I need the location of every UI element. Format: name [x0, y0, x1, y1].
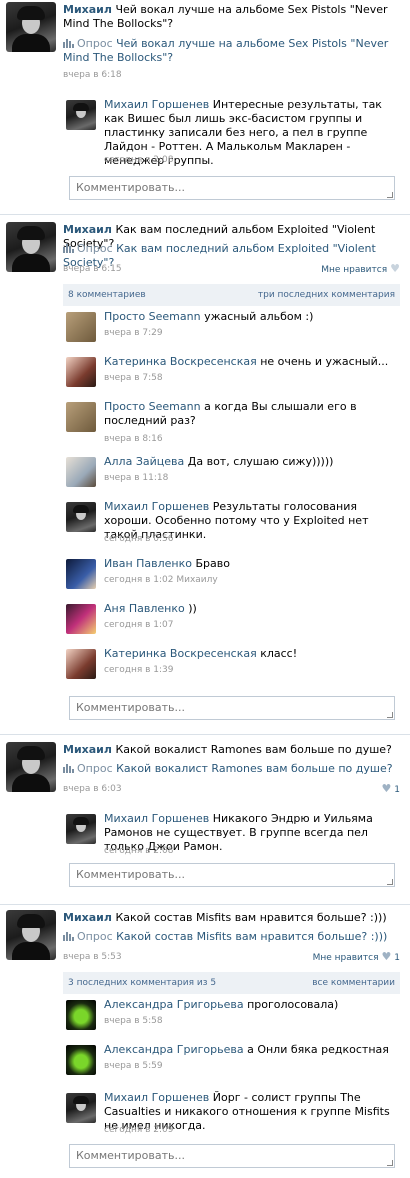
- commenter-avatar[interactable]: [66, 312, 96, 342]
- comments-header: 8 комментариев три последних комментария: [63, 284, 400, 306]
- show-comments-link[interactable]: все комментарии: [312, 972, 395, 994]
- post-divider: [0, 904, 410, 905]
- poll-link[interactable]: Какой состав Misfits вам нравится больше…: [116, 930, 387, 943]
- post-time[interactable]: вчера в 6:03: [63, 783, 122, 795]
- comment: Михаил Горшенев Йорг - солист группы The…: [63, 1091, 400, 1143]
- resize-grip[interactable]: [387, 1160, 393, 1166]
- comment-time[interactable]: вчера в 5:58: [104, 1015, 163, 1027]
- post-divider: [0, 214, 410, 215]
- comment-time[interactable]: сегодня в 0:56: [104, 533, 173, 545]
- author-avatar[interactable]: [6, 910, 56, 960]
- commenter-name[interactable]: Александра Григорьева: [104, 1043, 244, 1056]
- heart-icon: ♥: [381, 950, 392, 963]
- commenter-name[interactable]: Иван Павленко: [104, 557, 192, 570]
- resize-grip[interactable]: [387, 192, 393, 198]
- post-time[interactable]: вчера в 5:53: [63, 951, 122, 963]
- comment: Просто Seemann ужасный альбом :) вчера в…: [63, 310, 400, 350]
- comment: Аня Павленко )) сегодня в 1:07: [63, 602, 400, 642]
- author-avatar[interactable]: [6, 2, 56, 52]
- comment-time[interactable]: вчера в 11:18: [104, 472, 168, 484]
- commenter-avatar[interactable]: [66, 502, 96, 532]
- comment: Катеринка Воскресенская класс! сегодня в…: [63, 647, 400, 687]
- post-time[interactable]: вчера в 6:15: [63, 263, 122, 275]
- comment: Катеринка Воскресенская не очень и ужасн…: [63, 355, 400, 395]
- poll-icon: [63, 39, 74, 48]
- poll-attachment[interactable]: Опрос Какой вокалист Ramones вам больше …: [63, 762, 398, 776]
- commenter-avatar[interactable]: [66, 814, 96, 844]
- poll-attachment[interactable]: Опрос Чей вокал лучше на альбоме Sex Pis…: [63, 37, 398, 65]
- comment-time[interactable]: сегодня в 1:02 Михаилу: [104, 574, 218, 586]
- poll-link[interactable]: Какой вокалист Ramones вам больше по душ…: [116, 762, 392, 775]
- commenter-avatar[interactable]: [66, 1045, 96, 1075]
- comment-input[interactable]: Комментировать...: [69, 1144, 395, 1168]
- commenter-name[interactable]: Просто Seemann: [104, 310, 201, 323]
- commenter-avatar[interactable]: [66, 649, 96, 679]
- poll-icon: [63, 244, 74, 253]
- commenter-avatar[interactable]: [66, 604, 96, 634]
- comment: Михаил Горшенев Никакого Эндрю и Уильяма…: [63, 812, 400, 864]
- commenter-avatar[interactable]: [66, 357, 96, 387]
- post-divider: [0, 734, 410, 735]
- comment-time[interactable]: вчера в 7:58: [104, 372, 163, 384]
- heart-icon: ♥: [381, 782, 392, 795]
- author-avatar[interactable]: [6, 222, 56, 272]
- heart-icon: ♥: [390, 262, 400, 275]
- commenter-name[interactable]: Просто Seemann: [104, 400, 201, 413]
- comment-input[interactable]: Комментировать...: [69, 696, 395, 720]
- commenter-avatar[interactable]: [66, 1093, 96, 1123]
- post-text: Михаил Какой состав Misfits вам нравится…: [63, 911, 387, 924]
- comment: Иван Павленко Браво сегодня в 1:02 Михаи…: [63, 557, 400, 597]
- comment-time[interactable]: сегодня в 2:09: [104, 1124, 173, 1136]
- like-button[interactable]: ♥ 1: [379, 783, 400, 796]
- show-comments-link[interactable]: три последних комментария: [258, 284, 395, 306]
- comment-time[interactable]: вчера в 7:29: [104, 327, 163, 339]
- commenter-avatar[interactable]: [66, 100, 96, 130]
- commenter-name[interactable]: Аня Павленко: [104, 602, 185, 615]
- comment-input[interactable]: Комментировать...: [69, 863, 395, 887]
- comment: Михаил Горшенев Интересные результаты, т…: [63, 98, 400, 167]
- commenter-name[interactable]: Катеринка Воскресенская: [104, 647, 257, 660]
- comment-input[interactable]: Комментировать...: [69, 176, 395, 200]
- commenter-avatar[interactable]: [66, 559, 96, 589]
- like-button[interactable]: Мне нравится ♥ 1: [313, 951, 400, 964]
- author-avatar[interactable]: [6, 742, 56, 792]
- resize-grip[interactable]: [387, 879, 393, 885]
- poll-icon: [63, 932, 74, 941]
- post-time[interactable]: вчера в 6:18: [63, 69, 122, 81]
- poll-attachment[interactable]: Опрос Какой состав Misfits вам нравится …: [63, 930, 398, 944]
- comment-time[interactable]: вчера в 8:16: [104, 433, 163, 445]
- commenter-name[interactable]: Михаил Горшенев: [104, 500, 209, 513]
- post-author-link[interactable]: Михаил: [63, 223, 112, 236]
- comment-time[interactable]: вчера в 5:59: [104, 1060, 163, 1072]
- comment-time[interactable]: сегодня в 2:08: [104, 845, 173, 857]
- comment: Александра Григорьева а Онли бяка редкос…: [63, 1043, 400, 1083]
- commenter-avatar[interactable]: [66, 1000, 96, 1030]
- comment-time[interactable]: сегодня в 2:08: [104, 154, 173, 166]
- comment: Алла Зайцева Да вот, слушаю сижу))))) вч…: [63, 455, 400, 495]
- post-text: Михаил Какой вокалист Ramones вам больше…: [63, 743, 392, 756]
- comment-time[interactable]: сегодня в 1:07: [104, 619, 173, 631]
- commenter-avatar[interactable]: [66, 457, 96, 487]
- comment-time[interactable]: сегодня в 1:39: [104, 664, 173, 676]
- commenter-name[interactable]: Александра Григорьева: [104, 998, 244, 1011]
- comment: Михаил Горшенев Результаты голосования х…: [63, 500, 400, 552]
- commenter-name[interactable]: Михаил Горшенев: [104, 98, 209, 111]
- commenter-name[interactable]: Катеринка Воскресенская: [104, 355, 257, 368]
- commenter-name[interactable]: Алла Зайцева: [104, 455, 184, 468]
- comment: Просто Seemann а когда Вы слышали его в …: [63, 400, 400, 452]
- commenter-avatar[interactable]: [66, 402, 96, 432]
- post-author-link[interactable]: Михаил: [63, 743, 112, 756]
- comment: Александра Григорьева проголосовала) вче…: [63, 998, 400, 1038]
- post-author-link[interactable]: Михаил: [63, 3, 112, 16]
- like-button[interactable]: Мне нравится ♥: [321, 263, 400, 276]
- post-author-link[interactable]: Михаил: [63, 911, 112, 924]
- commenter-name[interactable]: Михаил Горшенев: [104, 812, 209, 825]
- resize-grip[interactable]: [387, 712, 393, 718]
- comments-header: 3 последних комментария из 5 все коммент…: [63, 972, 400, 994]
- post-text: Михаил Чей вокал лучше на альбоме Sex Pi…: [63, 3, 388, 30]
- commenter-name[interactable]: Михаил Горшенев: [104, 1091, 209, 1104]
- poll-icon: [63, 764, 74, 773]
